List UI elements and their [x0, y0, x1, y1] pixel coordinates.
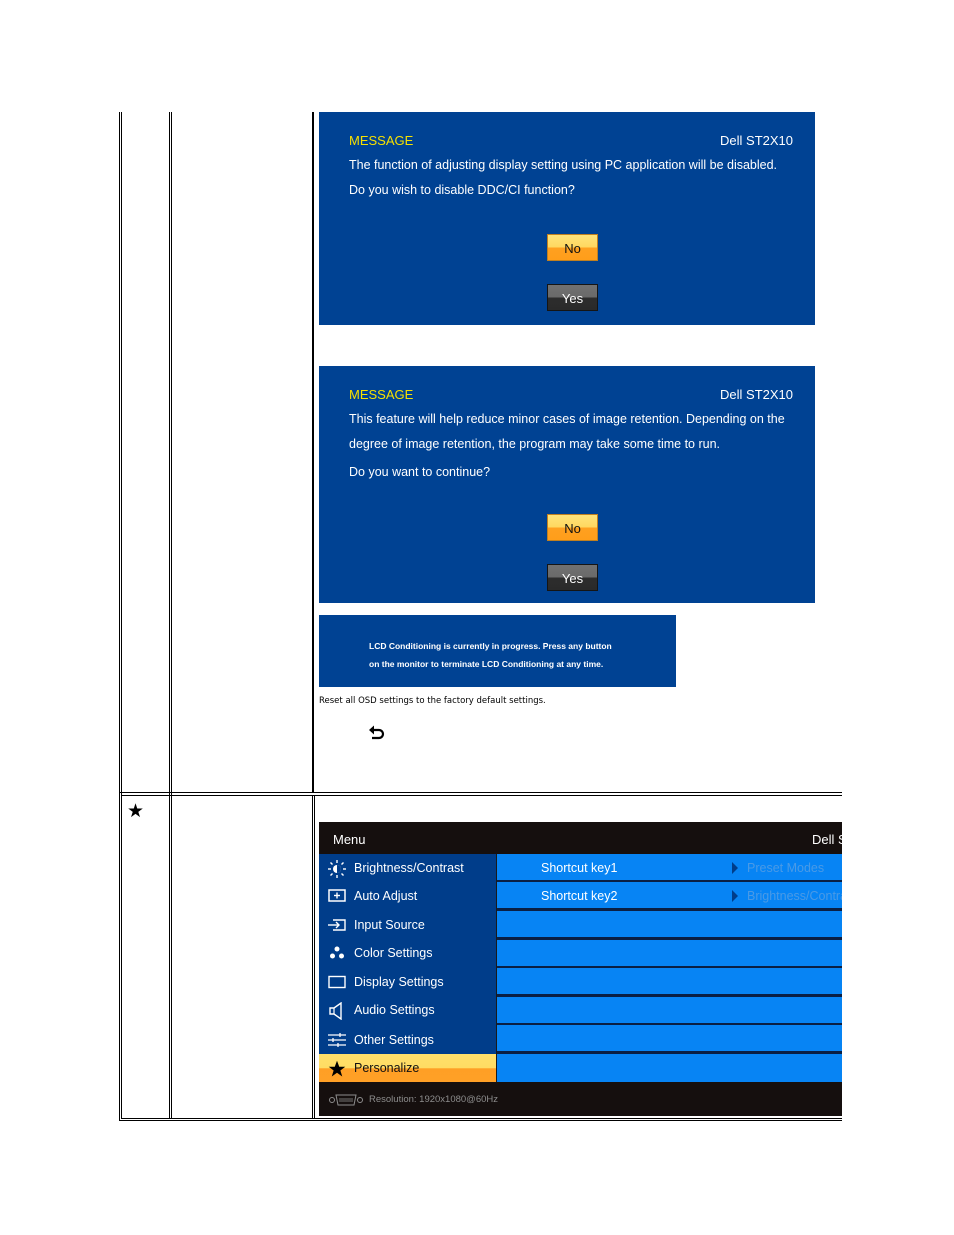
table-row-divider-a	[119, 792, 842, 793]
progress-message-line: LCD Conditioning is currently in progres…	[369, 641, 612, 651]
dialog-model: Dell ST2X10	[720, 133, 793, 148]
menu-item-label: Personalize	[354, 1061, 420, 1075]
submenu-row-empty	[497, 1025, 842, 1051]
menu-item-label: Audio Settings	[354, 1003, 435, 1017]
auto-adjust-icon	[328, 888, 346, 904]
submenu-arrow-icon	[732, 890, 738, 902]
back-arrow-icon	[368, 724, 386, 745]
menu-item-display-settings[interactable]: Display Settings	[319, 968, 496, 996]
menu-item-input-source[interactable]: Input Source	[319, 911, 496, 939]
dialog-model: Dell ST2X10	[720, 387, 793, 402]
table-border-bottom-a	[121, 1118, 842, 1119]
table-col-divider-2c	[314, 795, 315, 1119]
dialog-message-line: Do you wish to disable DDC/CI function?	[349, 183, 575, 197]
submenu-row-empty	[497, 911, 842, 937]
osd-main-menu: Menu Dell ST2X10 Brightness/Contrast Aut…	[319, 822, 842, 1116]
submenu-row-empty	[497, 1054, 842, 1082]
dialog-message-line: This feature will help reduce minor case…	[349, 412, 785, 426]
resolution-readout: Resolution: 1920x1080@60Hz	[369, 1094, 499, 1105]
submenu-row-shortcut-key1[interactable]: Shortcut key1 Preset Modes	[497, 854, 842, 880]
table-border-left-inner	[121, 112, 122, 1119]
table-col-divider-1b	[171, 112, 172, 1119]
menu-footer: Resolution: 1920x1080@60Hz	[319, 1082, 842, 1116]
submenu-key: Shortcut key1	[541, 861, 618, 875]
audio-settings-icon	[328, 1001, 346, 1021]
no-button[interactable]: No	[547, 234, 598, 261]
submenu-value: Preset Modes	[747, 861, 825, 875]
submenu-row-empty	[497, 968, 842, 994]
progress-message-line: on the monitor to terminate LCD Conditio…	[369, 659, 604, 669]
menu-item-auto-adjust[interactable]: Auto Adjust	[319, 882, 496, 910]
reset-description: Reset all OSD settings to the factory de…	[319, 696, 546, 706]
menu-item-label: Input Source	[354, 918, 425, 932]
dialog-message-line: Do you want to continue?	[349, 465, 491, 479]
star-icon: ★	[127, 801, 145, 822]
table-col-divider-1a	[169, 112, 170, 1119]
lcd-conditioning-progress-banner: LCD Conditioning is currently in progres…	[319, 615, 676, 687]
menu-item-label: Display Settings	[354, 975, 444, 989]
input-source-icon	[328, 917, 346, 933]
ddc-ci-dialog: MESSAGE Dell ST2X10 The function of adju…	[319, 112, 815, 325]
menu-item-label: Other Settings	[354, 1033, 434, 1047]
lcd-conditioning-dialog: MESSAGE Dell ST2X10 This feature will he…	[319, 366, 815, 603]
menu-item-other-settings[interactable]: Other Settings	[319, 1026, 496, 1054]
vga-icon	[329, 1093, 363, 1111]
dialog-message-line: The function of adjusting display settin…	[349, 158, 778, 172]
menu-header: Menu Dell ST2X10	[319, 822, 842, 854]
display-settings-icon	[328, 974, 346, 990]
table-col-divider-2b	[312, 795, 313, 1119]
dialog-message-line: degree of image retention, the program m…	[349, 437, 721, 451]
yes-button[interactable]: Yes	[547, 284, 598, 311]
submenu-panel: Shortcut key1 Preset Modes Shortcut key2…	[497, 854, 842, 1082]
menu-item-label: Color Settings	[354, 946, 433, 960]
no-button[interactable]: No	[547, 514, 598, 541]
submenu-row-shortcut-key2[interactable]: Shortcut key2 Brightness/Contrast	[497, 882, 842, 908]
menu-item-label: Brightness/Contrast	[354, 861, 464, 875]
brightness-icon	[328, 860, 346, 878]
submenu-key: Shortcut key2	[541, 889, 618, 903]
dialog-title: MESSAGE	[349, 133, 414, 148]
menu-title: Menu	[333, 832, 366, 847]
submenu-arrow-icon	[732, 862, 738, 874]
menu-category-list: Brightness/Contrast Auto Adjust Input So…	[319, 854, 496, 1082]
star-icon	[328, 1060, 346, 1077]
menu-item-personalize[interactable]: Personalize	[319, 1054, 496, 1082]
menu-item-audio-settings[interactable]: Audio Settings	[319, 996, 496, 1024]
menu-item-brightness-contrast[interactable]: Brightness/Contrast	[319, 854, 496, 882]
submenu-row-empty	[497, 997, 842, 1023]
yes-button[interactable]: Yes	[547, 564, 598, 591]
menu-item-color-settings[interactable]: Color Settings	[319, 939, 496, 967]
menu-model: Dell ST2X10	[812, 832, 842, 847]
table-col-divider-2a	[312, 112, 314, 793]
table-border-bottom-b	[119, 1120, 842, 1121]
color-settings-icon	[328, 945, 346, 961]
submenu-row-empty	[497, 940, 842, 966]
table-border-left-outer	[119, 112, 120, 1121]
table-row-divider-b	[121, 795, 842, 796]
other-settings-icon	[328, 1032, 346, 1048]
submenu-value: Brightness/Contrast	[747, 889, 842, 903]
menu-item-label: Auto Adjust	[354, 889, 418, 903]
dialog-title: MESSAGE	[349, 387, 414, 402]
